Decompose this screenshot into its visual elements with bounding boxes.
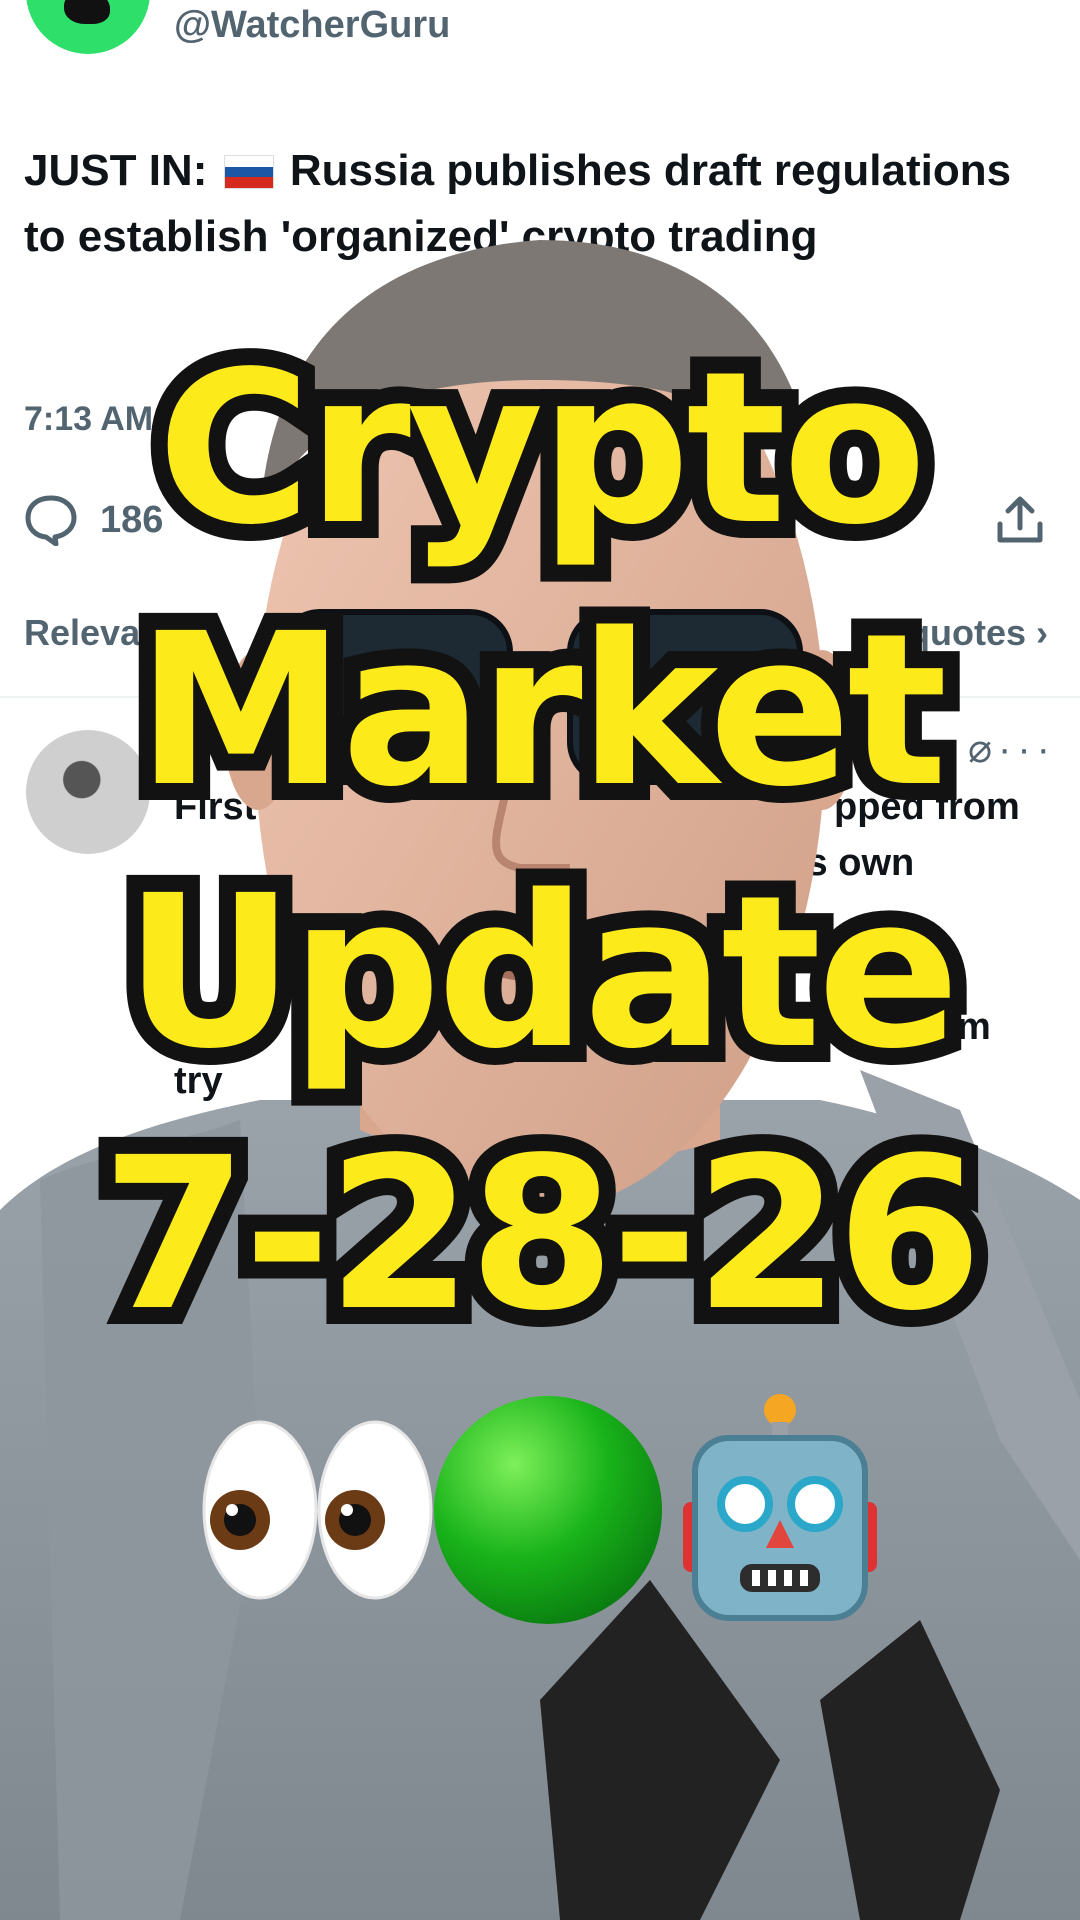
green-circle-icon bbox=[434, 1396, 662, 1624]
eyes-icon bbox=[202, 1420, 433, 1600]
caption-line: Crypto bbox=[140, 309, 944, 588]
emoji-row bbox=[202, 1394, 877, 1624]
caption-line: 7-28-26 bbox=[85, 1095, 1000, 1374]
caption-line: Update bbox=[107, 833, 977, 1112]
robot-icon bbox=[683, 1394, 877, 1621]
caption-line: Market bbox=[119, 571, 964, 850]
video-caption: Crypto Market Update 7-28-26 bbox=[0, 309, 1080, 1374]
